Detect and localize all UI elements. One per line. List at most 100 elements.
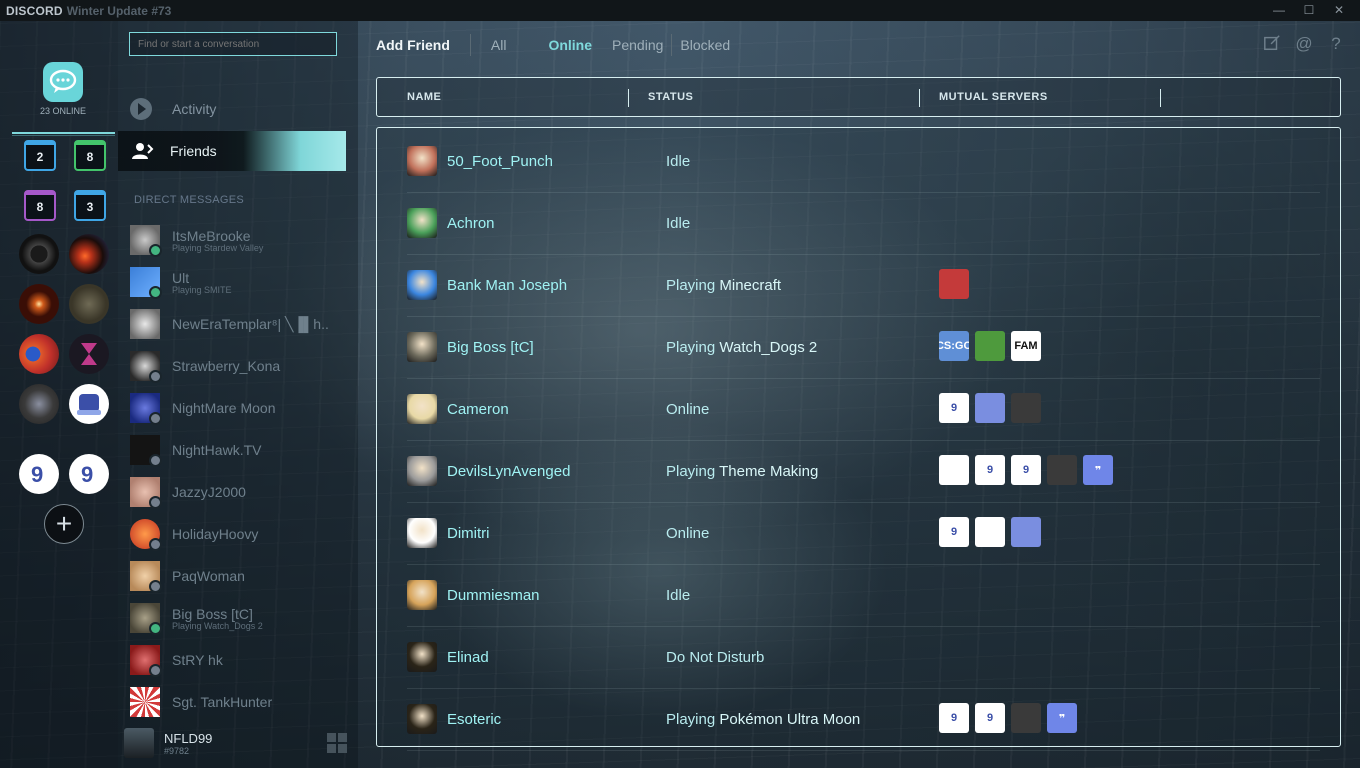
mutual-server-icon[interactable] xyxy=(1011,517,1041,547)
server-icon[interactable] xyxy=(69,284,109,324)
friend-row[interactable]: Dummiesman Idle xyxy=(407,564,1320,627)
friend-row[interactable]: Big Boss [tC] Playing Watch_Dogs 2 CS:GO FA… xyxy=(407,316,1320,379)
mutual-server-icon[interactable]: CS:GO xyxy=(939,331,969,361)
divider xyxy=(671,34,673,56)
folder-count: 8 xyxy=(36,200,44,214)
dm-name: StRY hk xyxy=(172,652,223,668)
toolbar-icons: @ ? xyxy=(1262,34,1346,54)
nav-activity[interactable]: Activity xyxy=(130,98,216,120)
friend-status: Idle xyxy=(666,215,690,232)
mutual-server-icon[interactable]: 9 xyxy=(975,455,1005,485)
mutual-server-icon[interactable]: 9 xyxy=(1011,455,1041,485)
tab-blocked[interactable]: Blocked xyxy=(680,37,730,53)
friend-row[interactable]: Bank Man Joseph Playing Minecraft xyxy=(407,254,1320,317)
dm-item[interactable]: NewEraTemplar⁸| ╲▐▌h.. xyxy=(130,303,350,345)
dm-item[interactable]: NightMare Moon xyxy=(130,387,350,429)
tab-all[interactable]: All xyxy=(491,37,507,53)
dm-item[interactable]: Strawberry_Kona xyxy=(130,345,350,387)
server-folder[interactable]: 8 xyxy=(74,140,106,171)
server-icon[interactable] xyxy=(19,234,59,274)
dm-name: Big Boss [tC] xyxy=(172,605,253,622)
status-game: Theme Making xyxy=(719,463,819,480)
server-icon[interactable] xyxy=(19,384,59,424)
mutual-server-icon[interactable] xyxy=(1011,393,1041,423)
dm-item[interactable]: Sgt. TankHunter xyxy=(130,681,350,723)
server-folder[interactable]: 2 xyxy=(24,140,56,171)
mutual-server-icon[interactable]: 9 xyxy=(939,393,969,423)
server-icon[interactable] xyxy=(19,334,59,374)
friend-name: Big Boss [tC] xyxy=(447,339,534,356)
friend-status: Playing Minecraft xyxy=(666,277,781,294)
dm-item[interactable]: StRY hk xyxy=(130,639,350,681)
avatar xyxy=(407,456,437,486)
friend-row[interactable]: Cameron Online 9 xyxy=(407,378,1320,441)
tab-online[interactable]: Online xyxy=(548,37,592,53)
mutual-server-icon[interactable] xyxy=(975,331,1005,361)
tab-pending[interactable]: Pending xyxy=(612,37,663,53)
minimize-button[interactable]: — xyxy=(1264,0,1294,21)
friend-row[interactable]: Dimitri Online 9 xyxy=(407,502,1320,565)
mutual-server-icon[interactable]: ❞ xyxy=(1047,703,1077,733)
new-group-dm-icon[interactable] xyxy=(1262,34,1282,54)
mentions-icon[interactable]: @ xyxy=(1294,34,1314,54)
friend-row[interactable]: Achron Idle xyxy=(407,192,1320,255)
mutual-server-icon[interactable]: ❞ xyxy=(1083,455,1113,485)
mutual-server-icon[interactable] xyxy=(939,269,969,299)
status-text: Playing xyxy=(666,463,720,480)
dm-item[interactable]: ItsMeBrooke Playing Stardew Valley xyxy=(130,219,350,261)
column-header-status[interactable]: STATUS xyxy=(648,91,693,103)
mutual-servers xyxy=(939,269,969,299)
friend-row[interactable]: Elinad Do Not Disturb xyxy=(407,626,1320,689)
avatar xyxy=(407,518,437,548)
friend-row[interactable]: Esoteric Playing Pokémon Ultra Moon 9 9 ❞ xyxy=(407,688,1320,751)
chat-bubble-icon xyxy=(49,69,77,93)
mutual-server-icon[interactable]: FAM xyxy=(1011,331,1041,361)
mutual-server-icon[interactable] xyxy=(1047,455,1077,485)
server-icon[interactable] xyxy=(19,284,59,324)
app-brand: DISCORD xyxy=(6,3,63,18)
tab-add-friend[interactable]: Add Friend xyxy=(376,37,450,53)
dm-item[interactable]: NightHawk.TV xyxy=(130,429,350,471)
maximize-button[interactable]: ☐ xyxy=(1294,0,1324,21)
mutual-server-icon[interactable]: 9 xyxy=(939,517,969,547)
column-header-name[interactable]: NAME xyxy=(407,91,441,103)
dm-item[interactable]: HolidayHoovy xyxy=(130,513,350,555)
column-header-mutual-servers[interactable]: MUTUAL SERVERS xyxy=(939,91,1048,103)
server-icon[interactable] xyxy=(69,234,109,274)
mutual-server-icon[interactable] xyxy=(1011,703,1041,733)
user-avatar[interactable] xyxy=(124,728,154,758)
server-icon[interactable] xyxy=(69,334,109,374)
avatar xyxy=(407,642,437,672)
friend-row[interactable]: DevilsLynAvenged Playing Theme Making 9 9 ❞ xyxy=(407,440,1320,503)
close-button[interactable]: ✕ xyxy=(1324,0,1354,21)
dm-item[interactable]: PaqWoman xyxy=(130,555,350,597)
user-settings-icon[interactable] xyxy=(327,733,347,753)
home-button[interactable] xyxy=(43,62,83,102)
server-folder[interactable]: 3 xyxy=(74,190,106,221)
server-icon[interactable] xyxy=(69,384,109,424)
dm-item[interactable]: Big Boss [tC] Playing Watch_Dogs 2 xyxy=(130,597,350,639)
friend-name: 50_Foot_Punch xyxy=(447,153,553,170)
nine-logo-icon xyxy=(77,394,101,415)
search-input[interactable] xyxy=(129,32,337,56)
add-server-button[interactable]: + xyxy=(44,504,84,544)
help-icon[interactable]: ? xyxy=(1326,34,1346,54)
dm-item[interactable]: JazzyJ2000 xyxy=(130,471,350,513)
friend-name: Achron xyxy=(447,215,495,232)
mutual-server-icon[interactable]: 9 xyxy=(939,703,969,733)
server-folder[interactable]: 8 xyxy=(24,190,56,221)
friend-row[interactable]: 50_Foot_Punch Idle xyxy=(407,130,1320,193)
server-icon[interactable]: 9 xyxy=(19,454,59,494)
status-text: Online xyxy=(666,401,710,418)
divider xyxy=(12,135,115,136)
nav-friends[interactable]: Friends xyxy=(118,131,346,171)
dm-activity: Playing Stardew Valley xyxy=(172,242,264,253)
mutual-server-icon[interactable] xyxy=(939,455,969,485)
mutual-server-icon[interactable] xyxy=(975,517,1005,547)
dm-activity: Playing Watch_Dogs 2 xyxy=(172,620,263,631)
mutual-server-icon[interactable]: 9 xyxy=(975,703,1005,733)
dm-item[interactable]: Ult Playing SMITE xyxy=(130,261,350,303)
mutual-server-icon[interactable] xyxy=(975,393,1005,423)
server-icon[interactable]: 9 xyxy=(69,454,109,494)
avatar xyxy=(407,146,437,176)
